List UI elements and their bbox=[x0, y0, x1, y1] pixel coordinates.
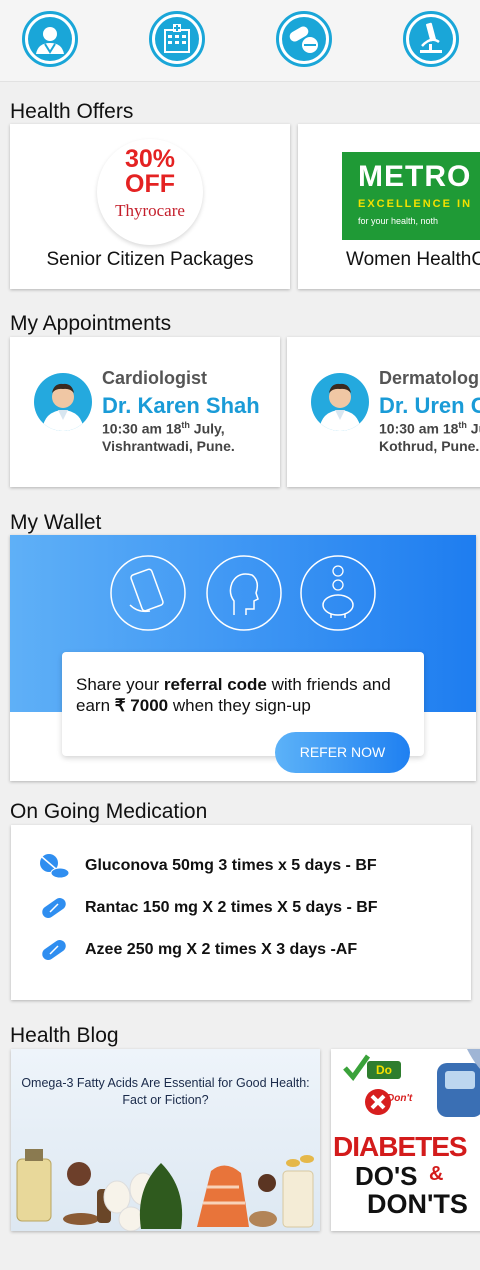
wallet-title: My Wallet bbox=[10, 511, 102, 534]
referral-text: Share your referral code with friends an… bbox=[76, 675, 391, 715]
offer-card-women[interactable]: METRO EXCELLENCE IN for your health, not… bbox=[298, 124, 480, 289]
offer-badge-off: OFF bbox=[125, 170, 175, 198]
brand-name: Thyrocare bbox=[115, 201, 185, 220]
blog-card-omega[interactable]: Omega-3 Fatty Acids Are Essential for Go… bbox=[11, 1049, 320, 1231]
avatar bbox=[34, 373, 92, 431]
offer-badge-percent: 30% bbox=[124, 145, 176, 173]
refer-now-button[interactable]: REFER NOW bbox=[275, 732, 410, 773]
thyrocare-logo: 30% OFF Thyrocare bbox=[97, 139, 203, 245]
pharmacy-nav-button[interactable] bbox=[276, 11, 332, 67]
food-illustration bbox=[16, 1149, 314, 1231]
dont-label: Don't bbox=[387, 1093, 413, 1104]
person-icon bbox=[206, 555, 282, 631]
appointment-card[interactable]: Dermatolog Dr. Uren C 10:30 am 18th Ju K… bbox=[287, 337, 480, 487]
microscope-icon bbox=[409, 17, 453, 61]
blog-title: Health Blog bbox=[10, 1024, 119, 1047]
appointment-card[interactable]: Cardiologist Dr. Karen Shah 10:30 am 18t… bbox=[10, 337, 280, 487]
doctor-icon bbox=[28, 17, 72, 61]
appointments-title: My Appointments bbox=[10, 312, 172, 335]
health-offers-title: Health Offers bbox=[10, 100, 134, 123]
wallet-card: Share your referral code with friends an… bbox=[10, 535, 476, 781]
medication-text: Rantac 150 mg X 2 times X 5 days - BF bbox=[85, 899, 378, 916]
metro-logo: METRO EXCELLENCE IN for your health, not… bbox=[342, 152, 480, 240]
brand-tagline: EXCELLENCE IN bbox=[358, 198, 473, 210]
hospital-nav-button[interactable] bbox=[149, 11, 205, 67]
appointment-location: Kothrud, Pune. bbox=[379, 438, 480, 454]
doctor-avatar-icon bbox=[42, 383, 84, 431]
do-label: Do bbox=[367, 1061, 401, 1079]
appointment-time: 10:30 am 18th Ju bbox=[379, 420, 480, 437]
appointment-location: Vishrantwadi, Pune. bbox=[102, 438, 235, 454]
glucometer-icon bbox=[437, 1049, 480, 1117]
blog-diabetes-title: DIABETES bbox=[333, 1131, 468, 1162]
capsule-icon bbox=[42, 897, 66, 919]
doctor-specialty: Dermatolog bbox=[379, 368, 480, 388]
doctor-name: Dr. Karen Shah bbox=[102, 393, 260, 418]
appointment-time: 10:30 am 18th July, bbox=[102, 420, 225, 437]
piggy-bank-icon bbox=[300, 555, 376, 631]
offer-label: Women HealthC bbox=[346, 249, 480, 270]
hospital-icon bbox=[155, 17, 199, 61]
medication-text: Gluconova 50mg 3 times x 5 days - BF bbox=[85, 857, 377, 874]
offer-card-senior[interactable]: 30% OFF Thyrocare Senior Citizen Package… bbox=[10, 124, 290, 289]
doctor-avatar-icon bbox=[319, 383, 361, 431]
referral-box: Share your referral code with friends an… bbox=[62, 652, 424, 773]
blog-card-diabetes[interactable]: Do Don't DIABETES DO'S & DON'TS bbox=[331, 1049, 480, 1231]
medication-text: Azee 250 mg X 2 times X 3 days -AF bbox=[85, 941, 358, 958]
phone-icon bbox=[110, 555, 186, 631]
pills-icon bbox=[40, 854, 69, 879]
offer-label: Senior Citizen Packages bbox=[46, 249, 254, 270]
capsule-icon bbox=[42, 939, 66, 961]
blog-donts-text: DON'TS bbox=[367, 1189, 468, 1219]
doctor-specialty: Cardiologist bbox=[102, 368, 208, 388]
top-navigation bbox=[0, 0, 480, 82]
doctor-nav-button[interactable] bbox=[22, 11, 78, 67]
avatar bbox=[311, 373, 369, 431]
blog-amp-text: & bbox=[429, 1163, 444, 1185]
brand-subline: for your health, noth bbox=[358, 216, 439, 226]
medication-card: Gluconova 50mg 3 times x 5 days - BF Ran… bbox=[11, 825, 471, 1000]
medication-title: On Going Medication bbox=[10, 800, 208, 823]
lab-nav-button[interactable] bbox=[403, 11, 459, 67]
blog-headline: Omega-3 Fatty Acids Are Essential for Go… bbox=[21, 1076, 310, 1107]
doctor-name: Dr. Uren C bbox=[379, 393, 480, 418]
pills-icon bbox=[282, 17, 326, 61]
blog-dos-text: DO'S bbox=[355, 1161, 418, 1191]
brand-name: METRO bbox=[358, 160, 472, 193]
